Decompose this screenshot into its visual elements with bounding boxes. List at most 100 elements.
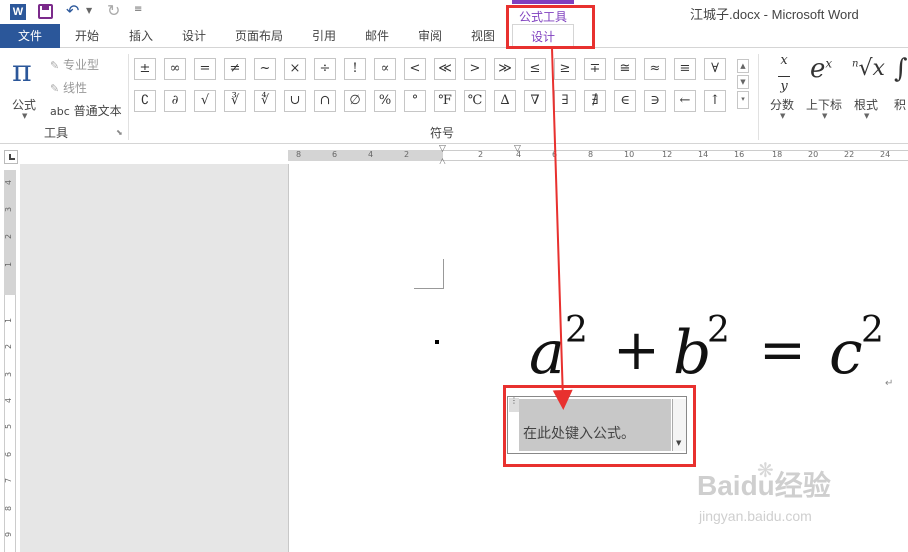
symbol-button[interactable]: ∄ bbox=[584, 90, 606, 112]
professional-button[interactable]: ✎ 专业型 bbox=[50, 56, 99, 74]
symbol-button[interactable]: % bbox=[374, 90, 396, 112]
fraction-button[interactable]: xy 分数 ▼ bbox=[768, 54, 800, 120]
symbol-button[interactable]: ÷ bbox=[314, 58, 336, 80]
ruler-tick-label: 2 bbox=[4, 343, 14, 350]
symbol-button[interactable]: ≫ bbox=[494, 58, 516, 80]
equation-var-b: b bbox=[673, 318, 712, 388]
symbol-button[interactable]: ∓ bbox=[584, 58, 606, 80]
group-divider bbox=[128, 54, 129, 140]
symbol-button[interactable]: ≤ bbox=[524, 58, 546, 80]
first-line-indent-marker[interactable]: ▽ bbox=[439, 144, 446, 154]
normal-text-button[interactable]: abc 普通文本 bbox=[50, 102, 122, 120]
symbol-button[interactable]: √ bbox=[194, 90, 216, 112]
tab-review[interactable]: 审阅 bbox=[406, 24, 454, 48]
normal-text-label: 普通文本 bbox=[73, 104, 122, 118]
equation-exp-c: 2 bbox=[861, 310, 884, 351]
save-icon[interactable] bbox=[38, 4, 53, 19]
equation-button[interactable]: π 公式 ▼ bbox=[8, 54, 44, 120]
symbol-button[interactable]: ∝ bbox=[374, 58, 396, 80]
script-label: 上下标 bbox=[806, 98, 843, 112]
symbol-button[interactable]: ∁ bbox=[134, 90, 156, 112]
equation-display[interactable]: a 2 + b 2 = c 2 bbox=[529, 310, 889, 392]
symbol-button[interactable]: × bbox=[284, 58, 306, 80]
tab-mailings[interactable]: 邮件 bbox=[352, 24, 402, 48]
symbol-button[interactable]: ≡ bbox=[674, 58, 696, 80]
ruler-tick-label: 22 bbox=[844, 150, 855, 159]
symbol-button[interactable]: ∋ bbox=[644, 90, 666, 112]
symbol-button[interactable]: ∆ bbox=[494, 90, 516, 112]
ruler-tick-label: 5 bbox=[4, 423, 14, 430]
tab-stop-selector[interactable] bbox=[4, 150, 18, 164]
ruler-tick-label: 6 bbox=[332, 150, 338, 159]
symbol-button[interactable]: ∪ bbox=[284, 90, 306, 112]
ruler-text-area bbox=[443, 150, 908, 161]
vertical-ruler[interactable]: 4 3 2 1 1 2 3 4 5 6 7 8 9 bbox=[0, 170, 20, 552]
symbol-button[interactable]: = bbox=[194, 58, 216, 80]
symbol-button[interactable]: ~ bbox=[254, 58, 276, 80]
undo-dropdown-icon[interactable]: ▼ bbox=[86, 6, 92, 15]
symbol-button[interactable]: ∛ bbox=[224, 90, 246, 112]
symbol-button[interactable]: ≠ bbox=[224, 58, 246, 80]
symbol-button[interactable]: ≈ bbox=[644, 58, 666, 80]
gallery-scroll-down-icon[interactable]: ▼ bbox=[737, 75, 749, 89]
symbol-button[interactable]: ∀ bbox=[704, 58, 726, 80]
paragraph-mark: ↵ bbox=[885, 378, 894, 389]
symbol-button[interactable]: > bbox=[464, 58, 486, 80]
equation-exp-a: 2 bbox=[565, 310, 588, 351]
symbol-button[interactable]: ≥ bbox=[554, 58, 576, 80]
symbol-button[interactable]: ℉ bbox=[434, 90, 456, 112]
tab-file[interactable]: 文件 bbox=[0, 24, 60, 48]
ruler-tick-label: 16 bbox=[734, 150, 745, 159]
ruler-margin-left bbox=[288, 150, 443, 161]
horizontal-ruler[interactable]: 8 6 4 2 2 4 6 8 10 12 14 16 18 20 22 24 ▽ △ ▽ bbox=[288, 144, 908, 167]
ruler-tick-label: 4 bbox=[368, 150, 374, 159]
tab-home[interactable]: 开始 bbox=[62, 24, 112, 48]
ruler-tick-label: 8 bbox=[296, 150, 302, 159]
canvas-background bbox=[20, 164, 288, 552]
gallery-more-icon[interactable]: ▾ bbox=[737, 91, 749, 109]
symbol-button[interactable]: ± bbox=[134, 58, 156, 80]
ribbon-tab-bar: 文件 开始 插入 设计 页面布局 引用 邮件 审阅 视图 设计 bbox=[0, 24, 908, 49]
symbol-button[interactable]: < bbox=[404, 58, 426, 80]
ruler-tick-label: 8 bbox=[4, 505, 14, 512]
symbol-button[interactable]: ° bbox=[404, 90, 426, 112]
symbol-button[interactable]: ∅ bbox=[344, 90, 366, 112]
highlight-box-design-tab bbox=[506, 5, 595, 49]
symbol-button[interactable]: ∇ bbox=[524, 90, 546, 112]
equation-var-a: a bbox=[529, 318, 565, 388]
tab-design[interactable]: 设计 bbox=[170, 24, 218, 48]
symbol-button[interactable]: ∞ bbox=[164, 58, 186, 80]
tab-references[interactable]: 引用 bbox=[300, 24, 348, 48]
symbol-button[interactable]: ∂ bbox=[164, 90, 186, 112]
document-page[interactable]: a 2 + b 2 = c 2 ↵ ⋮ 在此处键入公式。 ▼ Baidu经验 ❋… bbox=[288, 164, 908, 552]
linear-button[interactable]: ✎ 线性 bbox=[50, 79, 87, 97]
ruler-tick-label: 6 bbox=[4, 451, 14, 458]
symbol-button[interactable]: ∜ bbox=[254, 90, 276, 112]
radical-button[interactable]: n√x 根式 ▼ bbox=[850, 54, 888, 120]
script-button[interactable]: ex 上下标 ▼ bbox=[806, 54, 846, 120]
tab-page-layout[interactable]: 页面布局 bbox=[224, 24, 294, 48]
right-indent-marker[interactable]: ▽ bbox=[514, 144, 521, 154]
customize-qat-icon[interactable]: ≡ bbox=[134, 4, 142, 15]
symbol-button[interactable]: ∩ bbox=[314, 90, 336, 112]
undo-icon[interactable]: ↶ bbox=[66, 1, 79, 20]
equation-equals: = bbox=[759, 318, 806, 383]
tab-view[interactable]: 视图 bbox=[458, 24, 508, 48]
tools-group-label: 工具 bbox=[44, 126, 69, 140]
integral-button[interactable]: ∫ 积 bbox=[892, 54, 908, 120]
symbol-button[interactable]: ! bbox=[344, 58, 366, 80]
equation-exp-b: 2 bbox=[707, 310, 730, 351]
tab-insert[interactable]: 插入 bbox=[116, 24, 166, 48]
symbol-button[interactable]: ↑ bbox=[704, 90, 726, 112]
symbol-button[interactable]: ∃ bbox=[554, 90, 576, 112]
symbol-button[interactable]: ← bbox=[674, 90, 696, 112]
baidu-url: jingyan.baidu.com bbox=[699, 508, 812, 524]
redo-icon[interactable]: ↻ bbox=[107, 1, 120, 20]
symbol-button[interactable]: ℃ bbox=[464, 90, 486, 112]
symbol-button[interactable]: ≅ bbox=[614, 58, 636, 80]
symbol-button[interactable]: ∈ bbox=[614, 90, 636, 112]
gallery-scroll-up-icon[interactable]: ▲ bbox=[737, 59, 749, 73]
word-app-icon[interactable]: W bbox=[10, 4, 26, 20]
tools-dialog-launcher-icon[interactable]: ⬊ bbox=[116, 128, 123, 137]
symbol-button[interactable]: ≪ bbox=[434, 58, 456, 80]
